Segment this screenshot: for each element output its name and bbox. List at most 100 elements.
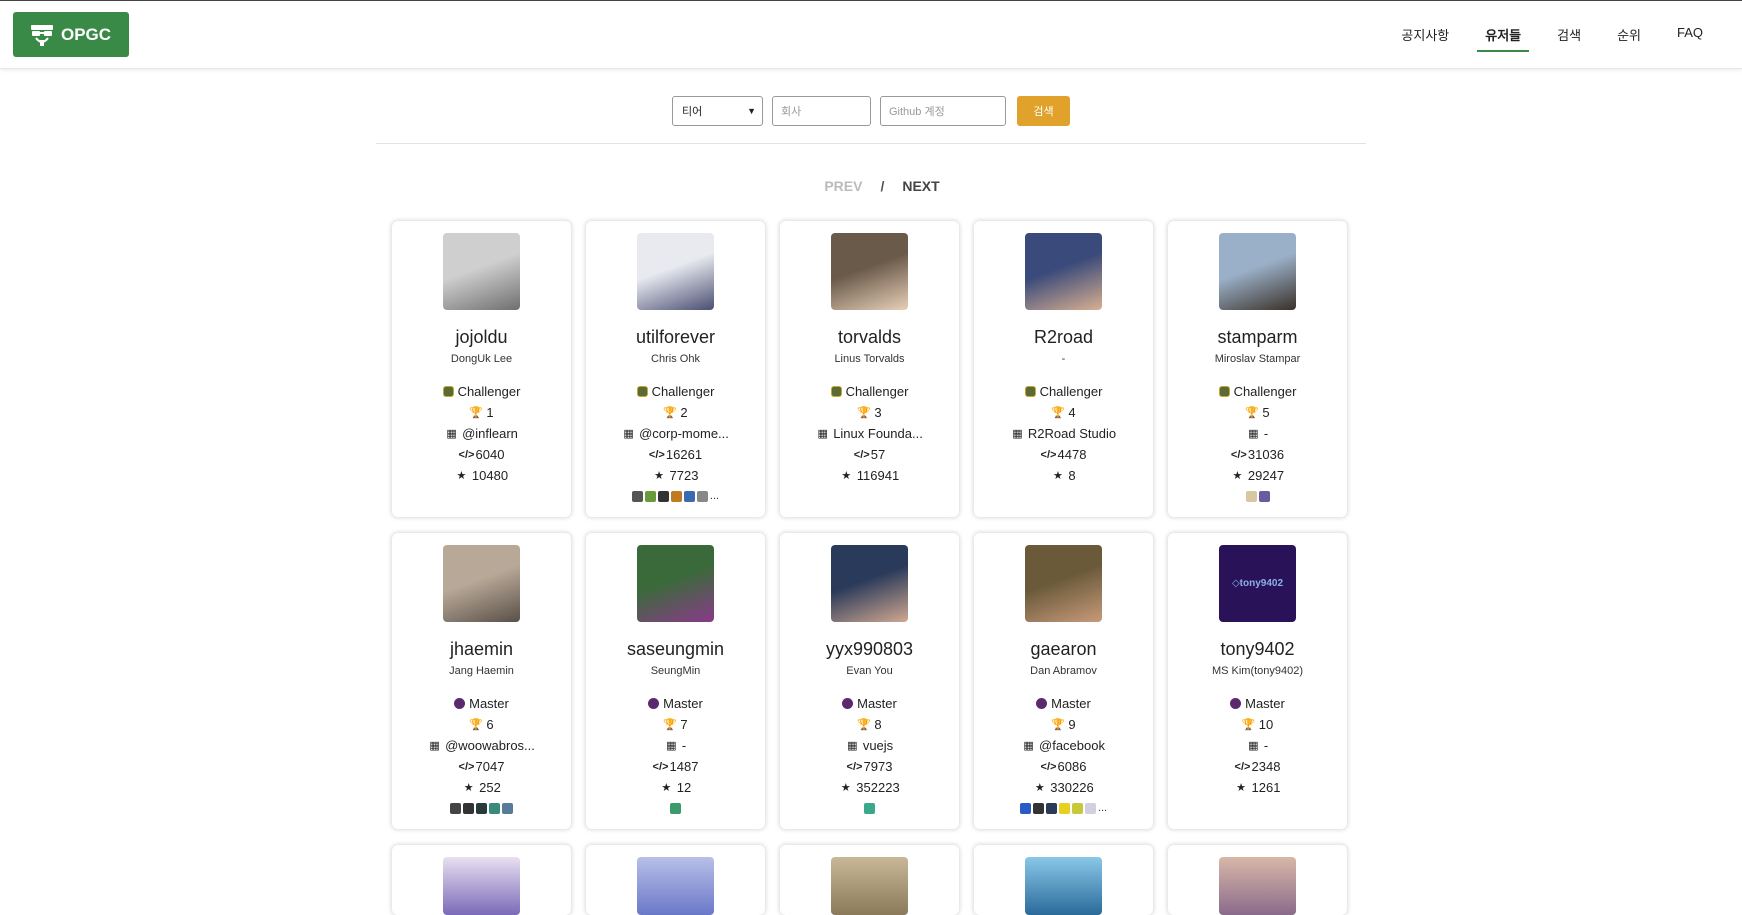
user-card[interactable]: stamparm Miroslav Stampar Challenger 🏆 5… <box>1168 221 1347 517</box>
avatar[interactable] <box>1025 857 1102 915</box>
tier-label: Master <box>1051 696 1091 711</box>
avatar[interactable] <box>637 545 714 622</box>
avatar[interactable] <box>637 857 714 915</box>
username[interactable]: tony9402 <box>1220 639 1294 660</box>
avatar[interactable]: ◇ tony9402 <box>1219 545 1296 622</box>
user-card[interactable]: R2road - Challenger 🏆 4 ▦ R2Road Studio … <box>974 221 1153 517</box>
user-card[interactable]: saseungmin SeungMin Master 🏆 7 ▦ - </> 1… <box>586 533 765 829</box>
trophy-icon: 🏆 <box>663 407 678 419</box>
prev-button[interactable]: PREV <box>824 178 862 194</box>
username[interactable]: jhaemin <box>450 639 513 660</box>
nav-faq[interactable]: FAQ <box>1669 17 1711 52</box>
building-icon: ▦ <box>623 428 634 440</box>
code-value: 31036 <box>1247 447 1285 462</box>
code-value: 16261 <box>665 447 703 462</box>
code-value: 7973 <box>863 759 893 774</box>
avatar[interactable] <box>831 857 908 915</box>
user-card[interactable]: torvalds Linus Torvalds Challenger 🏆 3 ▦… <box>780 221 959 517</box>
stars-row: ★ 7723 <box>653 465 698 486</box>
username[interactable]: stamparm <box>1217 327 1297 348</box>
user-card[interactable]: utilforever Chris Ohk Challenger 🏆 2 ▦ @… <box>586 221 765 517</box>
rank-value: 4 <box>1068 405 1076 420</box>
repo-badge-icon <box>670 802 681 814</box>
code-icon: </> <box>1234 760 1251 773</box>
user-card[interactable] <box>974 845 1153 915</box>
code-row: </> 6086 <box>1041 756 1087 777</box>
company-row: ▦ Linux Founda... <box>816 423 923 444</box>
code-row: </> 57 <box>854 444 885 465</box>
nav-users[interactable]: 유저들 <box>1477 17 1530 52</box>
building-icon: ▦ <box>1248 428 1259 440</box>
company-value: @woowabros... <box>445 738 535 753</box>
tier-row: Master <box>454 693 509 714</box>
user-card[interactable]: jhaemin Jang Haemin Master 🏆 6 ▦ @woowab… <box>392 533 571 829</box>
avatar[interactable] <box>637 233 714 310</box>
avatar[interactable] <box>443 857 520 915</box>
badge-list <box>864 801 875 815</box>
avatar[interactable] <box>1219 233 1296 310</box>
username[interactable]: torvalds <box>838 327 901 348</box>
rank-row: 🏆 9 <box>1051 714 1075 735</box>
company-row: ▦ - <box>1247 423 1268 444</box>
building-icon: ▦ <box>446 428 457 440</box>
avatar[interactable] <box>1025 233 1102 310</box>
building-icon: ▦ <box>429 740 440 752</box>
avatar[interactable] <box>1219 857 1296 915</box>
username[interactable]: gaearon <box>1030 639 1096 660</box>
stars-value: 29247 <box>1247 468 1285 483</box>
nav-ranking[interactable]: 순위 <box>1609 17 1649 52</box>
avatar[interactable] <box>1025 545 1102 622</box>
tier-label: Master <box>469 696 509 711</box>
user-card[interactable]: gaearon Dan Abramov Master 🏆 9 ▦ @facebo… <box>974 533 1153 829</box>
avatar[interactable] <box>831 233 908 310</box>
username[interactable]: yyx990803 <box>826 639 913 660</box>
code-value: 57 <box>870 447 886 462</box>
rank-value: 6 <box>486 717 494 732</box>
rank-row: 🏆 10 <box>1242 714 1273 735</box>
real-name: DongUk Lee <box>450 353 513 365</box>
rank-value: 7 <box>680 717 688 732</box>
opgc-logo[interactable]: OPGC <box>13 12 129 57</box>
user-card[interactable] <box>586 845 765 915</box>
stars-value: 252 <box>479 780 501 795</box>
nav-notices[interactable]: 공지사항 <box>1393 17 1457 52</box>
user-card[interactable] <box>1168 845 1347 915</box>
nav-search[interactable]: 검색 <box>1549 17 1589 52</box>
trophy-icon: 🏆 <box>1051 407 1066 419</box>
rank-value: 9 <box>1068 717 1076 732</box>
user-card[interactable] <box>780 845 959 915</box>
repo-badge-icon <box>683 490 695 502</box>
username[interactable]: jojoldu <box>455 327 507 348</box>
user-card[interactable] <box>392 845 571 915</box>
building-icon: ▦ <box>666 740 677 752</box>
company-value: Linux Founda... <box>833 426 923 441</box>
username[interactable]: R2road <box>1034 327 1093 348</box>
company-value: @inflearn <box>462 426 518 441</box>
company-input[interactable]: 회사 <box>772 96 871 126</box>
user-card[interactable]: ◇ tony9402 tony9402 MS Kim(tony9402) Mas… <box>1168 533 1347 829</box>
tier-row: Master <box>1230 693 1285 714</box>
tier-label: Challenger <box>1233 384 1297 399</box>
star-icon: ★ <box>654 470 664 482</box>
avatar[interactable] <box>443 233 520 310</box>
next-button[interactable]: NEXT <box>902 178 939 194</box>
user-card[interactable]: yyx990803 Evan You Master 🏆 8 ▦ vuejs </… <box>780 533 959 829</box>
avatar[interactable] <box>443 545 520 622</box>
company-value: @corp-mome... <box>639 426 729 441</box>
username[interactable]: saseungmin <box>627 639 724 660</box>
avatar[interactable] <box>831 545 908 622</box>
code-value: 6086 <box>1057 759 1087 774</box>
user-card[interactable]: jojoldu DongUk Lee Challenger 🏆 1 ▦ @inf… <box>392 221 571 517</box>
tier-row: Master <box>842 693 897 714</box>
github-input[interactable]: Github 계정 <box>880 96 1006 126</box>
company-row: ▦ - <box>665 735 686 756</box>
username[interactable]: utilforever <box>636 327 715 348</box>
code-row: </> 31036 <box>1231 444 1284 465</box>
repo-badge-icon <box>864 802 875 814</box>
company-row: ▦ @inflearn <box>445 423 518 444</box>
search-button[interactable]: 검색 <box>1017 96 1070 126</box>
code-row: </> 6040 <box>459 444 505 465</box>
code-icon: </> <box>853 448 870 461</box>
real-name: SeungMin <box>650 665 701 677</box>
tier-select[interactable]: 티어 ▼ <box>672 96 763 126</box>
